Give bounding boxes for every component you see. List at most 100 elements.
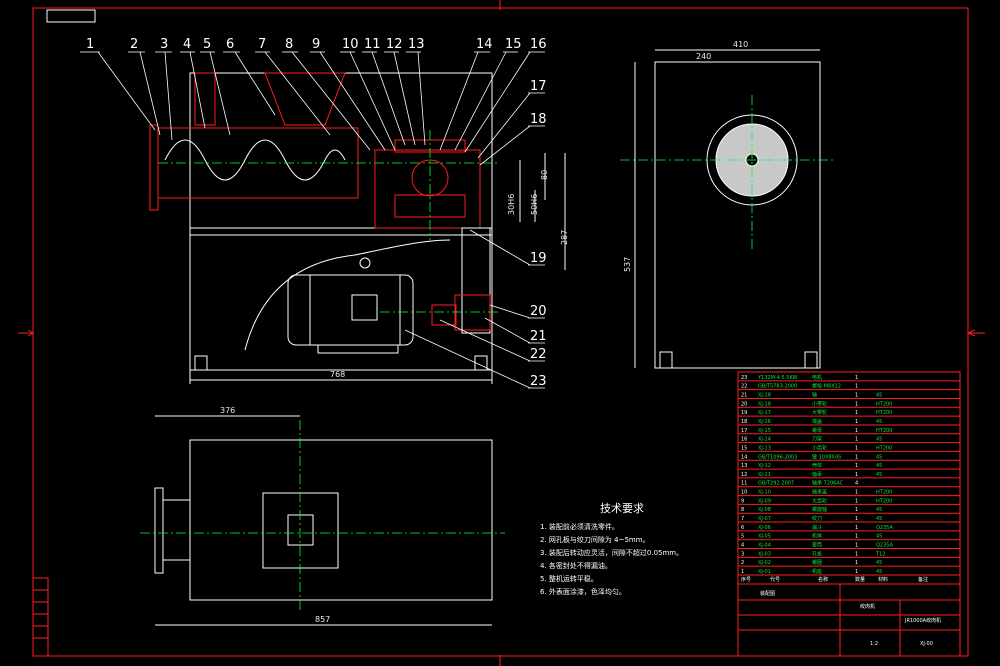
bom-cell: GB/T1096-2003: [758, 454, 797, 460]
bom-cell: 螺母: [812, 427, 822, 434]
dim-top-offset: 376: [220, 406, 235, 415]
bom-cell: 螺旋轴: [812, 506, 827, 513]
bom-cell: HT200: [876, 410, 892, 416]
bom-cell: 10: [741, 490, 747, 496]
dim-side-inner: 240: [696, 52, 711, 61]
bom-cell: GB/T292-2007: [758, 481, 794, 487]
bom-cell: 21: [741, 392, 747, 398]
bom-cell: 45: [876, 463, 882, 469]
side-stamp: [32, 577, 49, 657]
bom-cell: HT200: [876, 445, 892, 451]
bom-cell: 1: [855, 490, 858, 496]
bom-cell: XJ-12: [758, 463, 771, 469]
part-label-1: 1: [86, 37, 94, 52]
dim-front-v3: 30H6: [507, 194, 516, 215]
bom-cell: XJ-06: [758, 525, 771, 531]
bom-cell: 45: [876, 569, 882, 575]
part-label-12: 12: [386, 37, 403, 52]
bom-cell: 9: [741, 498, 744, 504]
bom-header-4: 材料: [878, 576, 888, 583]
bom-cell: 13: [741, 463, 747, 469]
bom-cell: XJ-15: [758, 428, 771, 434]
bom-cell: XJ-16: [758, 419, 771, 425]
bom-cell: 轴: [812, 391, 817, 398]
bom-cell: 1: [741, 569, 744, 575]
bom-cell: HT200: [876, 498, 892, 504]
bom-header-2: 名称: [818, 576, 828, 583]
bom-cell: 7: [741, 516, 744, 522]
bom-cell: 端盖: [812, 418, 822, 425]
bom-cell: 14: [741, 454, 747, 460]
bom-header-row: 序号 代号 名称 数量 材料 备注: [741, 576, 928, 583]
bom-cell: 6: [741, 525, 744, 531]
part-label-22: 22: [530, 347, 547, 362]
bom-cell: 1: [855, 392, 858, 398]
outer-frame: [32, 7, 969, 657]
bom-cell: 螺圈: [812, 559, 822, 566]
bom-cell: 大带轮: [812, 409, 827, 416]
part-label-11: 11: [364, 37, 381, 52]
bom-cell: 8: [741, 507, 744, 513]
bom-header-3: 数量: [855, 576, 865, 583]
bom-cell: 1: [855, 551, 858, 557]
bom-cell: 机体: [812, 533, 822, 540]
bom-cell: 45: [876, 516, 882, 522]
bom-cell: 45: [876, 534, 882, 540]
bom-cell: XJ-01: [758, 569, 771, 575]
bom-cell: 19: [741, 410, 747, 416]
part-label-10: 10: [342, 37, 359, 52]
bom-cell: XJ-02: [758, 560, 771, 566]
bom-cell: 小带轮: [812, 400, 827, 407]
bom-cell: 1: [855, 437, 858, 443]
bom-cell: XJ-14: [758, 437, 771, 443]
bom-cell: 3: [741, 551, 744, 557]
part-label-3: 3: [160, 37, 168, 52]
bom-cell: Y132M-4 5.5KW: [757, 375, 798, 381]
dim-front-width: 768: [330, 370, 345, 379]
part-label-14: 14: [476, 37, 493, 52]
title-code: XJ-00: [920, 641, 933, 647]
bom-cell: XJ-18: [758, 401, 771, 407]
bom-header-1: 代号: [770, 576, 780, 583]
bom-cell: 绞刀: [812, 515, 822, 522]
bom-cell: XJ-07: [758, 516, 771, 522]
bom-cell: 刀架: [812, 437, 822, 443]
part-labels: 1 2 3 4 5 6 7 8 9 10 11 12 13 14 15 16 1…: [80, 37, 547, 389]
bom-header-5: 备注: [918, 576, 928, 583]
dim-side-width: 410: [733, 40, 748, 49]
tech-requirements: 技术要求 1. 装配前必须清洗零件。 2. 网孔板与绞刀间隙为 4~5mm。 3…: [540, 502, 683, 596]
part-label-2: 2: [130, 37, 138, 52]
tech-title: 技术要求: [600, 502, 644, 515]
bom-header-0: 序号: [741, 576, 751, 583]
bom-rows: 23 Y132M-4 5.5KW 电机 122 GB/T5783-2000 螺栓 M8X1…: [738, 374, 960, 576]
bom-cell: 23: [741, 375, 747, 381]
part-label-8: 8: [285, 37, 293, 52]
bom-cell: 1: [855, 445, 858, 451]
part-label-17: 17: [530, 79, 547, 94]
part-label-13: 13: [408, 37, 425, 52]
bom-cell: 1: [855, 498, 858, 504]
bom-cell: 机座: [812, 568, 822, 575]
bom-cell: 11: [741, 481, 747, 487]
title-name: 绞肉机: [860, 603, 875, 610]
bom-cell: 1: [855, 454, 858, 460]
bom-cell: 45: [876, 507, 882, 513]
bom-cell: 1: [855, 419, 858, 425]
bom-cell: 18: [741, 419, 747, 425]
bom-cell: 1: [855, 401, 858, 407]
bom-cell: XJ-03: [758, 551, 771, 557]
bom-cell: 20: [741, 401, 747, 407]
tech-line-1: 1. 装配前必须清洗零件。: [540, 522, 619, 531]
motor: [287, 274, 414, 346]
tech-line-5: 5. 整机运转平稳。: [540, 574, 598, 583]
bom-cell: 漏斗: [812, 524, 822, 531]
bom-cell: Q235A: [876, 543, 893, 549]
bom-cell: HT200: [876, 401, 892, 407]
bom-cell: 1: [855, 534, 858, 540]
part-label-18: 18: [530, 112, 547, 127]
top-view: 376 857: [140, 406, 505, 626]
bom-cell: 轴承: [812, 471, 822, 478]
bom-cell: 大齿轮: [812, 497, 827, 504]
bom-cell: 1: [855, 525, 858, 531]
tech-line-3: 3. 装配后转动应灵活，间隙不超过0.05mm。: [540, 548, 683, 557]
